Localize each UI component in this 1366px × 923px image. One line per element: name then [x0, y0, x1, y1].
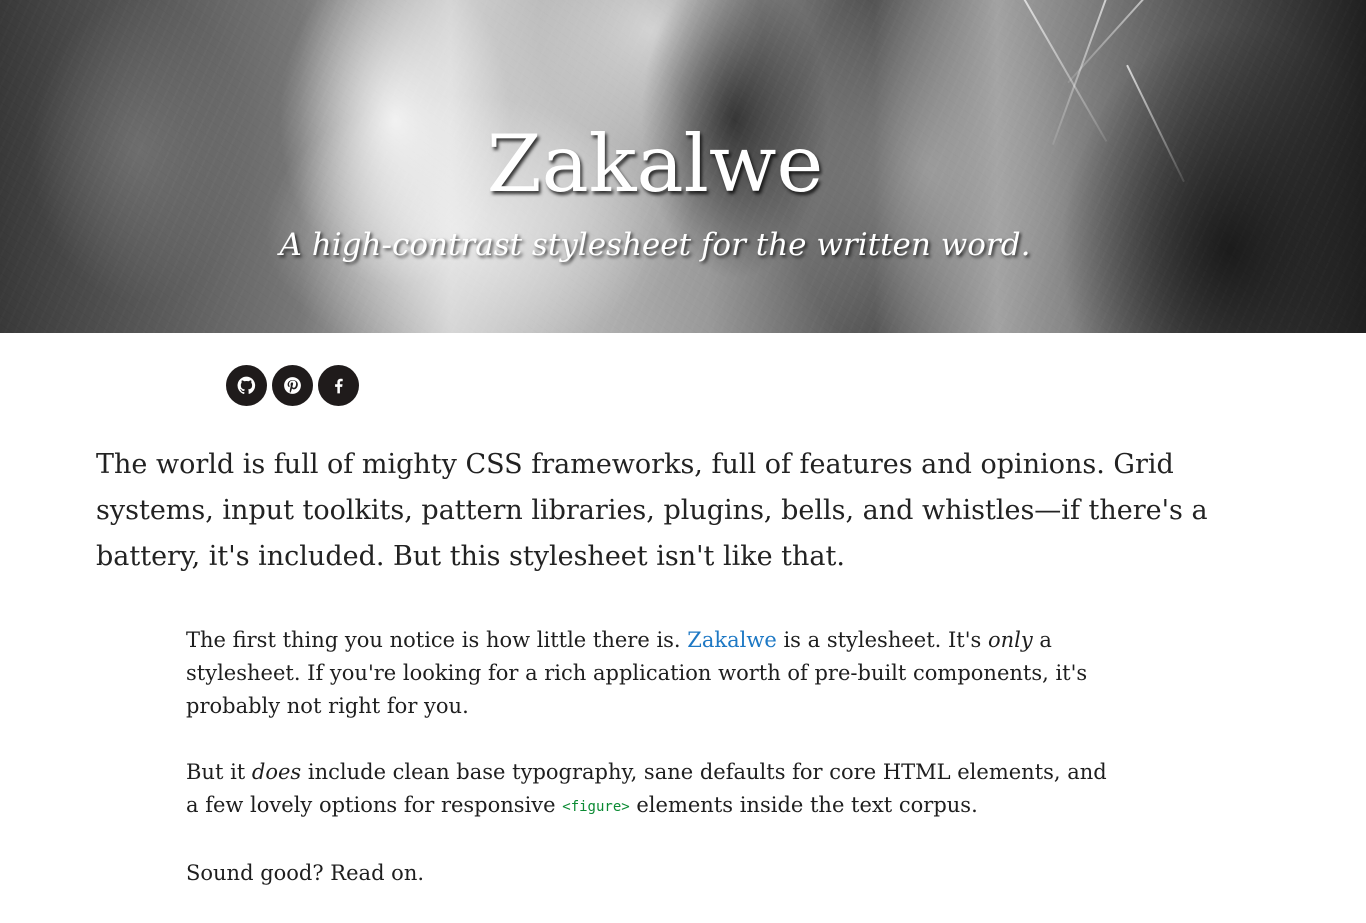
facebook-button[interactable] [318, 365, 359, 406]
whisker-decoration [1067, 0, 1166, 84]
facebook-icon [328, 375, 349, 396]
pinterest-button[interactable] [272, 365, 313, 406]
pinterest-icon [282, 375, 303, 396]
github-button[interactable] [226, 365, 267, 406]
closing-paragraph: Sound good? Read on. [186, 861, 425, 885]
github-icon [236, 375, 257, 396]
intro-paragraph: The first thing you notice is how little… [186, 628, 1088, 718]
features-paragraph: But it does include clean base typograph… [186, 760, 1107, 817]
hero-banner: Zakalwe A high-contrast stylesheet for t… [0, 0, 1366, 333]
figure-code: <figure> [562, 799, 630, 815]
page-title: Zakalwe [486, 118, 824, 210]
body-copy: The first thing you notice is how little… [186, 624, 1116, 923]
lead-paragraph: The world is full of mighty CSS framewor… [96, 449, 1208, 572]
zakalwe-link[interactable]: Zakalwe [687, 628, 776, 652]
social-links [226, 365, 359, 406]
page-subtitle: A high-contrast stylesheet for the writt… [279, 227, 1031, 263]
